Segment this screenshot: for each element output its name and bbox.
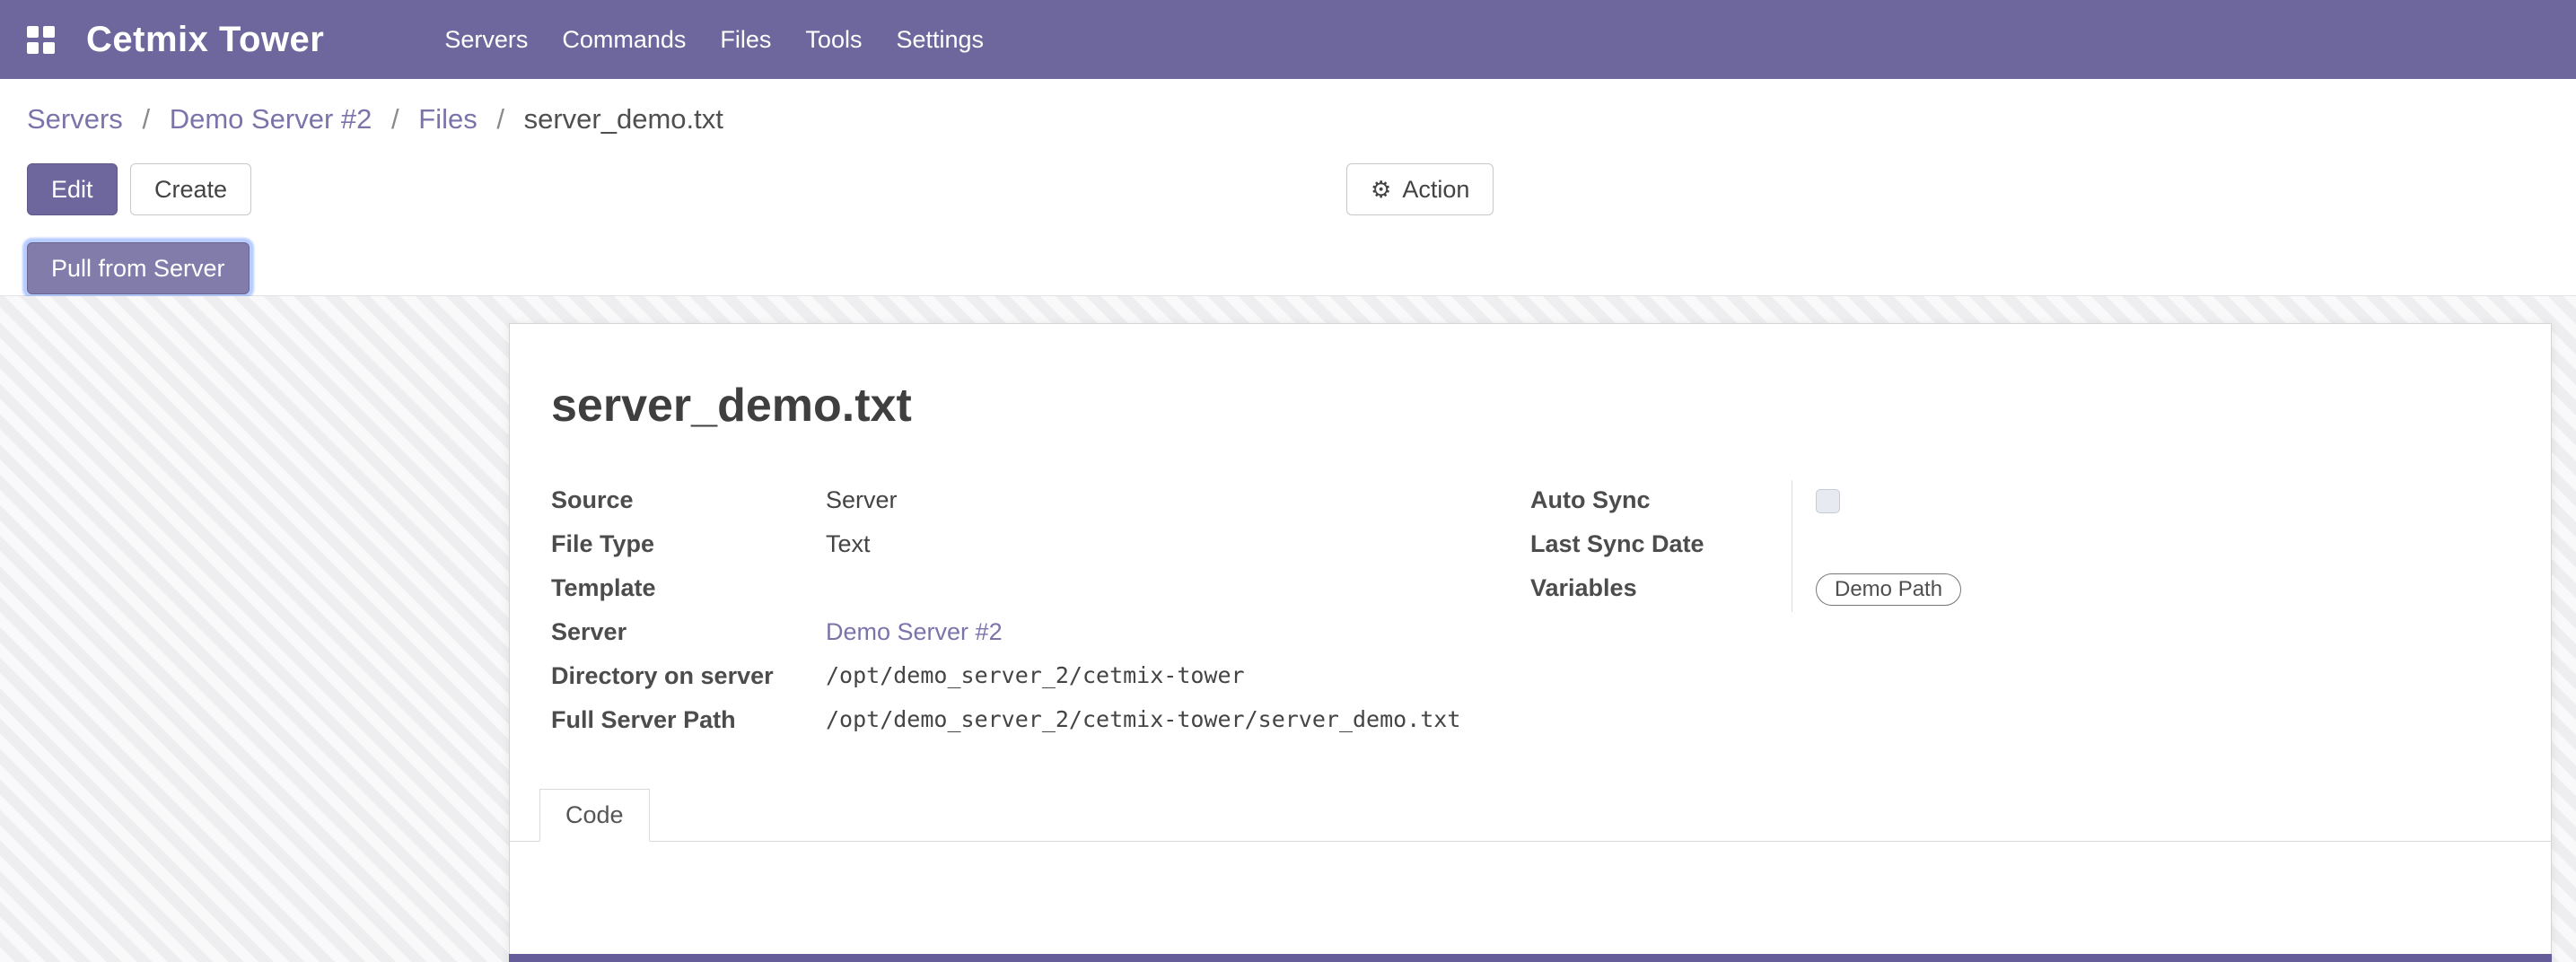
field-label-directory: Directory on server: [551, 656, 826, 691]
code-editor-strip: [509, 954, 2552, 962]
apps-grid-icon[interactable]: [27, 26, 55, 54]
field-label-server: Server: [551, 612, 826, 647]
action-button-label: Action: [1402, 176, 1469, 204]
pull-from-server-button[interactable]: Pull from Server: [27, 242, 250, 294]
content-area: server_demo.txt Source Server File Type …: [0, 296, 2576, 962]
breadcrumb-current-file: server_demo.txt: [524, 103, 723, 135]
field-label-auto-sync: Auto Sync: [1530, 480, 1792, 515]
field-group-left: Source Server File Type Text Template Se…: [551, 480, 1530, 744]
field-value-full-path: /opt/demo_server_2/cetmix-tower/server_d…: [826, 700, 1530, 735]
variable-tag-demo-path[interactable]: Demo Path: [1816, 573, 1961, 606]
field-row-full-path: Full Server Path /opt/demo_server_2/cetm…: [551, 700, 1530, 744]
notebook-tabs: Code: [510, 789, 2551, 842]
field-value-directory: /opt/demo_server_2/cetmix-tower: [826, 656, 1530, 691]
breadcrumb-files[interactable]: Files: [418, 103, 477, 135]
auto-sync-checkbox[interactable]: [1816, 489, 1840, 513]
create-button[interactable]: Create: [130, 163, 251, 215]
field-value-file-type: Text: [826, 524, 1530, 559]
server-link[interactable]: Demo Server #2: [826, 618, 1003, 645]
field-value-source: Server: [826, 480, 1530, 515]
field-row-last-sync-date: Last Sync Date: [1530, 524, 2510, 568]
control-buttons-row: Edit Create ⚙ Action: [27, 163, 2549, 215]
top-navbar: Cetmix Tower Servers Commands Files Tool…: [0, 0, 2576, 79]
field-group-right: Auto Sync Last Sync Date Variables Demo …: [1530, 480, 2510, 744]
field-row-directory: Directory on server /opt/demo_server_2/c…: [551, 656, 1530, 700]
breadcrumb-separator: /: [391, 103, 399, 135]
breadcrumb: Servers / Demo Server #2 / Files / serve…: [0, 79, 2576, 136]
server-actions-row: Pull from Server: [27, 242, 2549, 294]
code-editor-area[interactable]: [551, 842, 2510, 949]
menu-item-settings[interactable]: Settings: [879, 0, 1001, 79]
app-brand[interactable]: Cetmix Tower: [86, 20, 324, 60]
control-panel: Servers / Demo Server #2 / Files / serve…: [0, 79, 2576, 296]
field-label-full-path: Full Server Path: [551, 700, 826, 735]
form-sheet: server_demo.txt Source Server File Type …: [509, 323, 2552, 962]
menu-item-tools[interactable]: Tools: [788, 0, 879, 79]
field-value-last-sync-date: [1792, 524, 2510, 568]
menu-item-files[interactable]: Files: [703, 0, 788, 79]
breadcrumb-demo-server-2[interactable]: Demo Server #2: [170, 103, 372, 135]
field-row-server: Server Demo Server #2: [551, 612, 1530, 656]
tab-code[interactable]: Code: [539, 789, 650, 842]
edit-button[interactable]: Edit: [27, 163, 118, 215]
field-label-variables: Variables: [1530, 568, 1792, 603]
field-row-source: Source Server: [551, 480, 1530, 524]
field-label-template: Template: [551, 568, 826, 603]
breadcrumb-separator: /: [496, 103, 504, 135]
field-label-source: Source: [551, 480, 826, 515]
field-label-last-sync-date: Last Sync Date: [1530, 524, 1792, 559]
menu-item-servers[interactable]: Servers: [427, 0, 545, 79]
app-window: Cetmix Tower Servers Commands Files Tool…: [0, 0, 2576, 962]
field-row-auto-sync: Auto Sync: [1530, 480, 2510, 524]
field-value-template: [826, 568, 1530, 573]
field-row-template: Template: [551, 568, 1530, 612]
breadcrumb-separator: /: [142, 103, 150, 135]
action-button[interactable]: ⚙ Action: [1346, 163, 1494, 215]
breadcrumb-servers[interactable]: Servers: [27, 103, 123, 135]
field-label-file-type: File Type: [551, 524, 826, 559]
file-title: server_demo.txt: [551, 378, 2510, 433]
field-row-file-type: File Type Text: [551, 524, 1530, 568]
field-row-variables: Variables Demo Path: [1530, 568, 2510, 612]
main-menu: Servers Commands Files Tools Settings: [427, 0, 1001, 79]
gear-icon: ⚙: [1371, 178, 1391, 201]
field-groups: Source Server File Type Text Template Se…: [551, 480, 2510, 744]
menu-item-commands[interactable]: Commands: [545, 0, 703, 79]
